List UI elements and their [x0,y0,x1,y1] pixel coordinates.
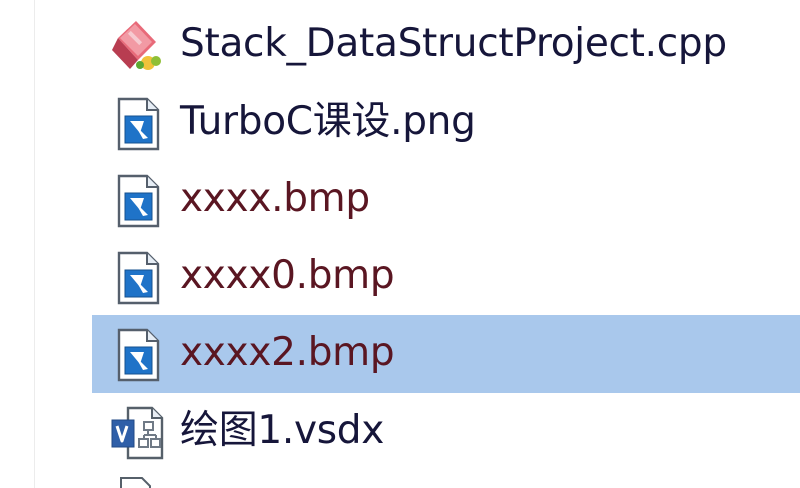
file-item-turboc-png[interactable]: TurboC课设.png [92,84,800,162]
file-name: 绘图1.vsdx [180,408,385,453]
file-item-stack-datastructproject-cpp[interactable]: Stack_DataStructProject.cpp [92,6,800,84]
image-file-icon [117,328,160,382]
file-item-xxxx2-bmp-selected[interactable]: xxxx2.bmp [92,315,800,393]
file-name: xxxx0.bmp [180,253,395,298]
image-file-icon [117,174,160,228]
navigation-pane-edge [0,0,35,488]
file-name: xxxx.bmp [180,176,370,221]
image-file-icon [117,97,160,151]
file-list: Stack_DataStructProject.cpp TurboC课设.png… [92,0,800,488]
file-item-visio-drawing[interactable]: 绘图1.vsdx [92,393,800,471]
file-name: TurboC课设.png [180,99,476,144]
image-file-icon [117,251,160,305]
file-name: Stack_DataStructProject.cpp [180,21,727,66]
file-item-xxxx-bmp[interactable]: xxxx.bmp [92,161,800,239]
file-name: xxxx2.bmp [180,330,395,375]
visio-file-icon [111,406,164,460]
cpp-source-file-icon [112,21,161,70]
file-item-xxxx0-bmp[interactable]: xxxx0.bmp [92,238,800,316]
partial-file-icon [120,477,151,488]
